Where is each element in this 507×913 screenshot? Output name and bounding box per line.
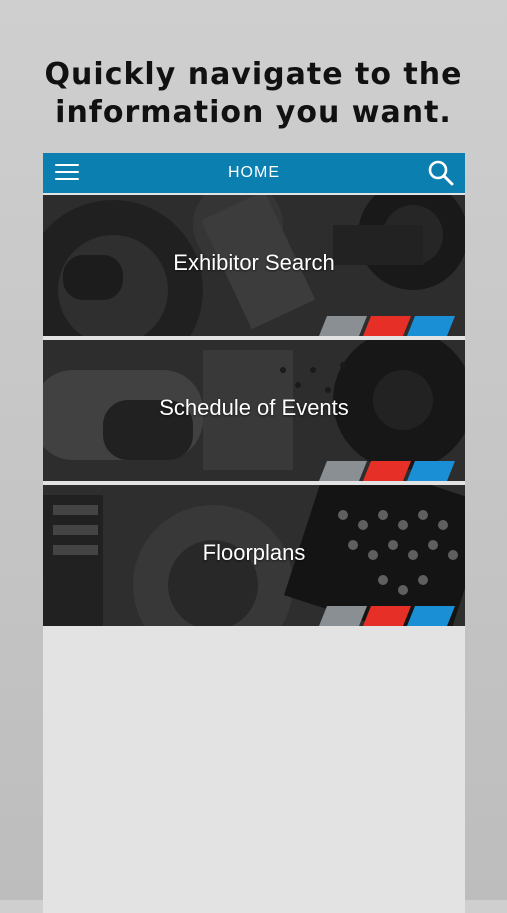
tile-floorplans[interactable]: Floorplans: [43, 485, 465, 626]
tile-schedule-of-events[interactable]: Schedule of Events: [43, 340, 465, 481]
search-icon[interactable]: [427, 159, 455, 187]
tile-exhibitor-search[interactable]: Exhibitor Search: [43, 195, 465, 336]
tile-label: Exhibitor Search: [173, 250, 335, 275]
headline-line-1: Quickly navigate to the: [44, 57, 463, 92]
nav-bar: HOME: [43, 153, 465, 193]
nav-title: HOME: [228, 164, 280, 181]
accent-stripes: [319, 316, 455, 336]
accent-stripes: [319, 606, 455, 626]
tile-label: Schedule of Events: [159, 395, 349, 420]
headline: Quickly navigate to the information you …: [0, 56, 507, 132]
accent-stripes: [319, 461, 455, 481]
app-screen: HOME Exhibitor Search Schedule of Events…: [43, 153, 465, 913]
tile-label: Floorplans: [202, 540, 306, 565]
headline-line-2: information you want.: [55, 95, 452, 130]
menu-tiles: Exhibitor Search Schedule of Events Floo…: [43, 195, 465, 630]
